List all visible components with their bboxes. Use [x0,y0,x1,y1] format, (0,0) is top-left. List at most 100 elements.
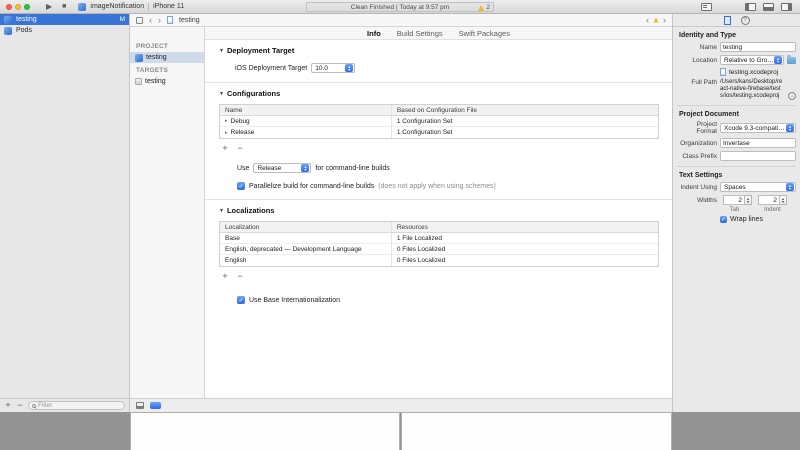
class-prefix-label: Class Prefix [677,153,717,160]
editor-body: PROJECT testing TARGETS testing Info Bui… [130,27,672,398]
add-localization-button[interactable]: + [221,272,229,281]
file-inspector-icon[interactable] [724,16,731,25]
info-sections: ▼ Deployment Target iOS Deployment Targe… [205,46,672,304]
quick-help-icon[interactable]: ? [741,16,750,25]
project-icon [4,16,12,24]
class-prefix-field[interactable] [720,151,796,161]
command-line-configuration-popup[interactable]: Release [253,163,311,173]
jump-bar: ‹ › testing ‹ › [130,14,672,27]
close-window-button[interactable] [6,4,12,10]
widths-sublabels-row: Tab Indent [677,207,796,213]
disclosure-triangle-icon[interactable]: ▼ [219,208,224,214]
back-button[interactable]: ‹ [149,14,152,26]
indent-width-stepper[interactable]: 2 [758,195,787,205]
jumpbar-file-name[interactable]: testing [179,17,200,24]
project-icon [4,27,12,35]
scheme-selector[interactable]: imageNotification iPhone 11 [78,3,184,11]
xcode-window: ▶ ■ imageNotification iPhone 11 Clean Fi… [0,0,800,412]
navigator-item-pods[interactable]: Pods [0,25,129,36]
indent-using-popup[interactable]: Spaces [720,182,796,192]
toggle-navigator-icon[interactable] [745,3,756,11]
table-header: Name Based on Configuration File [220,105,658,116]
window-controls [6,4,30,10]
wrap-lines-checkbox[interactable] [720,216,727,223]
tab-build-settings[interactable]: Build Settings [397,29,443,38]
wrap-lines-label: Wrap lines [730,216,763,223]
popup-value: Relative to Group [724,57,774,64]
location-popup[interactable]: Relative to Group [720,55,784,65]
popup-arrows-icon [345,64,353,72]
section-divider [205,199,672,200]
project-format-popup[interactable]: Xcode 9.3-compatible [720,123,796,133]
full-path-row: Full Path /Users/kans/Desktop/react-nati… [677,79,796,100]
configurations-add-remove: + − [221,144,659,153]
related-items-icon[interactable] [136,17,143,24]
run-button[interactable]: ▶ [46,0,52,14]
run-destination: iPhone 11 [153,3,184,10]
localizations-table: Localization Resources Base 1 File Local… [219,221,659,267]
project-item-testing[interactable]: testing [130,52,204,63]
next-issue-button[interactable]: › [663,14,666,26]
ios-deployment-target-popup[interactable]: 10.0 [311,63,355,73]
disclosure-triangle-icon[interactable]: ▼ [219,91,224,97]
project-editor-content: Info Build Settings Swift Packages ▼ Dep… [205,27,672,398]
navigator-item-label: testing [16,16,37,23]
stepper-arrows-icon[interactable] [780,195,787,205]
build-status-text: Clean Finished | Today at 9:57 pm [351,4,449,11]
row-disclosure-icon[interactable]: ▸ [225,118,228,124]
localization-resources: 1 File Localized [391,233,658,243]
add-configuration-button[interactable]: + [221,144,229,153]
project-format-label: Project Format [677,121,717,135]
tab-sublabel: Tab [720,207,749,213]
reveal-in-finder-icon[interactable]: → [788,92,796,100]
navigator-sidebar: testing M Pods + − Filter [0,14,130,412]
toggle-inspector-icon[interactable] [781,3,792,11]
add-item-button[interactable]: + [4,401,12,410]
previous-issue-button[interactable]: ‹ [646,14,649,26]
name-field[interactable] [720,42,796,52]
file-inspector-body: Identity and Type Name Location Relative… [673,27,800,223]
navigator-item-testing[interactable]: testing M [0,14,129,25]
issues-badge[interactable]: 2 [478,4,490,11]
breakpoints-toggle[interactable] [150,402,161,409]
organization-field[interactable] [720,138,796,148]
table-row-english-deprecated[interactable]: English, deprecated — Development Langua… [220,244,658,255]
toggle-debug-area-icon[interactable] [763,3,774,11]
disclosure-triangle-icon[interactable]: ▼ [219,48,224,54]
parallelize-checkbox[interactable] [237,182,245,190]
toggle-debug-area-icon[interactable] [136,402,144,409]
popup-value: Release [257,165,281,172]
column-localization: Localization [220,222,391,232]
target-item-testing[interactable]: testing [130,76,204,87]
remove-localization-button[interactable]: − [236,272,244,281]
tab-info[interactable]: Info [367,29,381,38]
toolbar: ▶ ■ imageNotification iPhone 11 Clean Fi… [0,0,800,14]
tab-swift-packages[interactable]: Swift Packages [459,29,510,38]
base-internationalization-label: Use Base Internationalization [249,297,340,304]
filter-placeholder: Filter [38,402,52,409]
forward-button[interactable]: › [158,14,161,26]
table-header: Localization Resources [220,222,658,233]
remove-configuration-button[interactable]: − [236,144,244,153]
tab-width-stepper[interactable]: 2 [723,195,752,205]
config-name: Debug [231,118,250,125]
folder-icon[interactable] [787,57,796,64]
minimize-window-button[interactable] [15,4,21,10]
filter-field[interactable]: Filter [28,401,125,410]
base-internationalization-checkbox[interactable] [237,296,245,304]
table-row-release[interactable]: ▸ Release 1 Configuration Set [220,127,658,138]
table-row-english[interactable]: English 0 Files Localized [220,255,658,266]
table-row-debug[interactable]: ▸ Debug 1 Configuration Set [220,116,658,127]
zoom-window-button[interactable] [24,4,30,10]
warning-icon[interactable] [653,17,658,22]
stop-button[interactable]: ■ [62,0,66,14]
row-disclosure-icon[interactable]: ▸ [225,130,228,136]
location-row: Location Relative to Group [677,55,796,65]
indent-using-row: Indent Using Spaces [677,182,796,192]
remove-item-button[interactable]: − [16,401,24,410]
localization-resources: 0 Files Localized [391,255,658,266]
stepper-arrows-icon[interactable] [745,195,752,205]
editor-options-icon[interactable] [701,3,712,11]
activity-view: Clean Finished | Today at 9:57 pm 2 [306,2,494,12]
table-row-base[interactable]: Base 1 File Localized [220,233,658,244]
